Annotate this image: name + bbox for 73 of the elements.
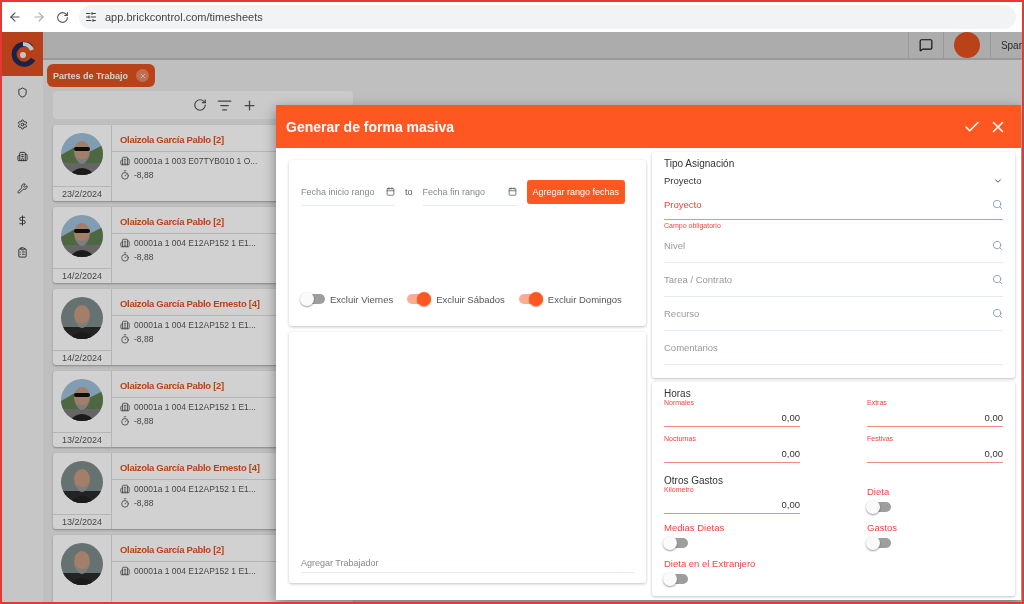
number-field[interactable]: 0,00 [867,442,1003,463]
add-icon[interactable] [242,97,257,113]
timer-icon [120,416,130,426]
number-field[interactable]: 0,00 [664,493,800,514]
building-icon [120,484,130,494]
toggle-switch[interactable] [518,294,543,304]
date-text: 14/2/2024 [53,350,111,365]
reload-icon[interactable] [56,10,69,24]
search-icon[interactable] [992,199,1003,210]
separator-text: to [405,187,413,197]
date-field[interactable]: Fecha inicio rango [301,178,395,206]
number-field[interactable]: 0,00 [664,442,800,463]
worker-field[interactable]: Agregar Trabajador [301,554,634,573]
building-icon [120,566,130,576]
building-icon [120,402,130,412]
date-field[interactable]: Fecha fin rango [422,178,517,206]
toggle-switch[interactable] [867,502,891,512]
type-select[interactable]: Proyecto [664,169,1003,190]
address-bar[interactable]: app.brickcontrol.com/timesheets [79,5,1016,29]
toggle-label: Excluir Domingos [547,293,622,305]
user-name: Spar [999,39,1022,51]
toggle-switch[interactable] [664,538,688,548]
forward-icon[interactable] [32,10,46,24]
toggle-label: Excluir Sábados [436,293,505,305]
search-icon[interactable] [992,308,1003,319]
site-info-icon[interactable] [85,11,97,23]
section-title: Horas [664,388,692,399]
date-text: 23/2/2024 [53,186,111,201]
calendar-icon[interactable] [386,187,395,196]
field-label: Tipo Asignación [664,158,736,169]
toggle-switch[interactable] [407,294,432,304]
search-field[interactable]: Proyecto [664,190,1003,220]
toggle-switch[interactable] [867,538,891,548]
timer-icon [120,252,130,262]
building-icon [120,320,130,330]
hours-text: -8,88 [134,416,154,426]
timer-icon [120,170,130,180]
toggle-label: Medias Dietas [664,522,726,533]
toggle-switch[interactable] [301,294,325,304]
filter-icon[interactable] [217,97,232,113]
hours-text: -8,88 [134,252,154,262]
number-field[interactable]: 0,00 [664,406,800,427]
timer-icon [120,498,130,508]
toggle-label: Gastos [867,522,899,533]
tab[interactable]: Partes de Trabajo [47,64,156,87]
refresh-icon[interactable] [193,98,207,112]
date-text: 13/2/2024 [53,432,111,447]
user-avatar[interactable] [953,32,980,58]
project-code: 00001a 1 004 E12AP152 1 E1... [134,566,256,576]
section-title: Otros Gastos [664,475,724,486]
calendar-icon[interactable] [507,187,517,196]
date-text: 14/2/2024 [53,268,111,283]
hours-text: -8,88 [134,170,154,180]
building-icon [120,238,130,248]
back-icon[interactable] [8,10,22,24]
project-code: 00001a 1 004 E12AP152 1 E1... [134,238,256,248]
project-code: 00001a 1 003 E07TYB010 1 O... [134,156,258,166]
toggle-label: Dieta en el Extranjero [664,558,757,569]
timer-icon [120,334,130,344]
project-code: 00001a 1 004 E12AP152 1 E1... [134,402,256,412]
project-code: 00001a 1 004 E12AP152 1 E1... [134,484,256,494]
search-icon[interactable] [992,274,1003,285]
toggle-label: Dieta [867,486,891,497]
number-field[interactable]: 0,00 [867,406,1003,427]
date-text: 13/2/2024 [53,514,111,529]
search-icon[interactable] [992,240,1003,251]
hours-text: -8,88 [134,498,154,508]
toggle-switch[interactable] [664,574,688,584]
project-code: 00001a 1 004 E12AP152 1 E1... [134,320,256,330]
chat-icon [918,38,933,52]
building-icon [120,156,130,166]
url-text: app.brickcontrol.com/timesheets [105,11,263,23]
hours-text: -8,88 [134,334,154,344]
